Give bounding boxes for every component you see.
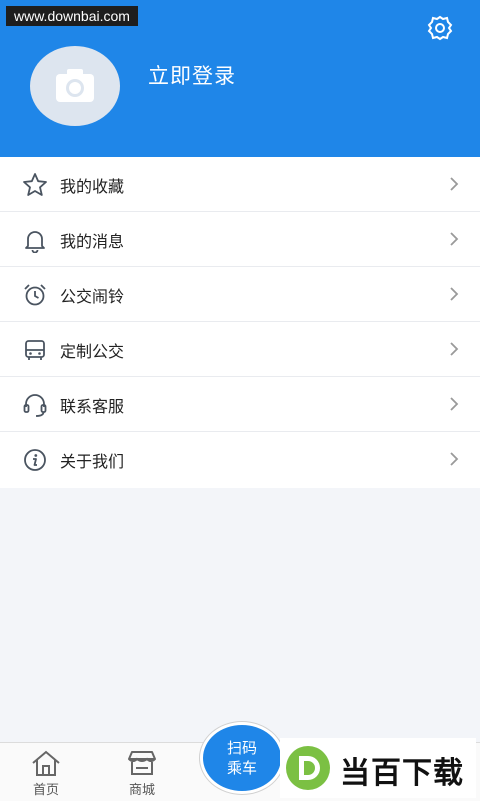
avatar[interactable] (30, 46, 120, 126)
menu-item-custom-bus[interactable]: 定制公交 (0, 322, 480, 377)
menu-item-alarm[interactable]: 公交闹铃 (0, 267, 480, 322)
bus-icon (25, 340, 45, 360)
menu-label: 公交闹铃 (60, 287, 125, 306)
gear-icon[interactable] (426, 14, 454, 42)
bell-icon (25, 231, 45, 253)
menu-item-about[interactable]: 关于我们 (0, 432, 480, 488)
brand-logo-icon (286, 746, 330, 790)
menu-list: 我的收藏 我的消息 公交闹铃 定制公交 联系客服 关于我们 (0, 157, 480, 488)
scan-ride-button[interactable]: 扫码 乘车 (200, 722, 284, 794)
watermark-brand: 当百下载 (280, 738, 476, 798)
watermark-brand-text: 当百下载 (340, 756, 464, 791)
chevron-right-icon (450, 232, 459, 246)
chevron-right-icon (450, 342, 459, 356)
tab-label: 商城 (128, 783, 155, 798)
info-icon (24, 449, 46, 471)
watermark-url: www.downbai.com (6, 6, 138, 26)
menu-label: 定制公交 (60, 342, 125, 361)
chevron-right-icon (450, 177, 459, 191)
chevron-right-icon (450, 452, 459, 466)
menu-item-messages[interactable]: 我的消息 (0, 212, 480, 267)
chevron-right-icon (450, 287, 459, 301)
menu-label: 我的收藏 (60, 177, 125, 196)
headset-icon (23, 394, 47, 417)
tab-label: 首页 (32, 783, 59, 798)
menu-label: 关于我们 (60, 452, 125, 471)
star-icon (23, 173, 47, 196)
home-icon (32, 750, 60, 776)
login-link[interactable]: 立即登录 (148, 60, 236, 90)
menu-item-favorites[interactable]: 我的收藏 (0, 157, 480, 212)
menu-label: 我的消息 (60, 232, 125, 251)
tab-mall[interactable]: 商城 (112, 743, 172, 801)
chevron-right-icon (450, 397, 459, 411)
menu-item-customer-service[interactable]: 联系客服 (0, 377, 480, 432)
store-icon (128, 751, 156, 775)
camera-icon (56, 69, 94, 102)
profile-header: www.downbai.com 立即登录 (0, 0, 480, 157)
alarm-clock-icon (24, 284, 46, 306)
menu-label: 联系客服 (60, 397, 125, 416)
scan-button-line2: 乘车 (226, 759, 257, 777)
scan-button-line1: 扫码 (226, 739, 257, 757)
tab-home[interactable]: 首页 (16, 743, 76, 801)
